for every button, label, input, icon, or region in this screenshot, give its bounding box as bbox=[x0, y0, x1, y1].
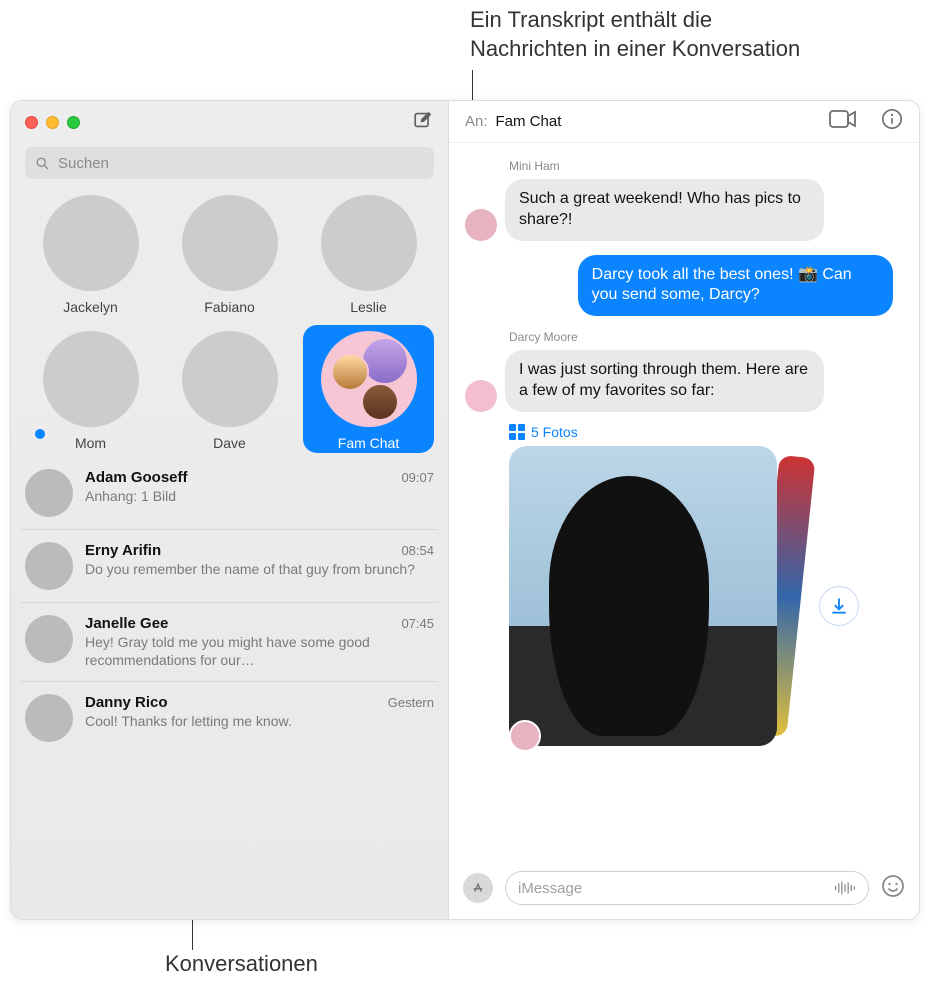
pinned-conversations: Jackelyn Fabiano Leslie Mom Dave bbox=[11, 189, 448, 457]
photo-stack[interactable] bbox=[509, 446, 789, 746]
titlebar bbox=[11, 101, 448, 143]
pin-dave[interactable]: Dave bbox=[164, 325, 295, 453]
sender-label: Mini Ham bbox=[509, 159, 903, 173]
conversation-preview: Do you remember the name of that guy fro… bbox=[85, 561, 434, 579]
list-item[interactable]: Danny Rico Gestern Cool! Thanks for lett… bbox=[21, 682, 438, 754]
conversation-list: Adam Gooseff 09:07 Anhang: 1 Bild Erny A… bbox=[11, 457, 448, 919]
to-label: An: bbox=[465, 113, 488, 130]
photo-front bbox=[509, 446, 777, 746]
pin-leslie[interactable]: Leslie bbox=[303, 189, 434, 317]
callout-transcript: Ein Transkript enthält die Nachrichten i… bbox=[470, 6, 910, 63]
sender-avatar bbox=[509, 720, 541, 752]
conversation-name: Janelle Gee bbox=[85, 615, 168, 632]
window-minimize-button[interactable] bbox=[46, 116, 59, 129]
window-close-button[interactable] bbox=[25, 116, 38, 129]
to-value: Fam Chat bbox=[496, 113, 562, 130]
conversation-time: 08:54 bbox=[401, 543, 434, 558]
info-icon bbox=[881, 108, 903, 130]
photos-attachment[interactable]: 5 Fotos bbox=[509, 424, 903, 746]
avatar bbox=[25, 615, 73, 663]
composer: iMessage bbox=[449, 861, 919, 919]
message-input[interactable]: iMessage bbox=[505, 871, 869, 905]
search-placeholder: Suchen bbox=[58, 155, 109, 172]
sender-avatar bbox=[465, 209, 497, 241]
avatar bbox=[25, 542, 73, 590]
conversation-preview: Cool! Thanks for letting me know. bbox=[85, 713, 434, 731]
conversation-pane: An: Fam Chat Mini Ham Such a great weeke… bbox=[449, 101, 919, 919]
compose-icon bbox=[412, 109, 434, 131]
download-icon bbox=[829, 596, 849, 616]
conversation-preview: Anhang: 1 Bild bbox=[85, 488, 434, 506]
download-button[interactable] bbox=[819, 586, 859, 626]
sender-label: Darcy Moore bbox=[509, 330, 903, 344]
pin-label: Fam Chat bbox=[303, 435, 434, 451]
conversation-time: Gestern bbox=[388, 695, 434, 710]
callout-conversations: Konversationen bbox=[165, 950, 318, 979]
incoming-message[interactable]: I was just sorting through them. Here ar… bbox=[465, 350, 824, 412]
window-zoom-button[interactable] bbox=[67, 116, 80, 129]
pin-label: Mom bbox=[25, 435, 156, 451]
list-item[interactable]: Adam Gooseff 09:07 Anhang: 1 Bild bbox=[21, 457, 438, 530]
pin-label: Jackelyn bbox=[25, 299, 156, 315]
list-item[interactable]: Janelle Gee 07:45 Hey! Gray told me you … bbox=[21, 603, 438, 682]
callout-transcript-text: Ein Transkript enthält die Nachrichten i… bbox=[470, 7, 800, 61]
avatar bbox=[25, 469, 73, 517]
avatar bbox=[43, 195, 139, 291]
conversation-name: Danny Rico bbox=[85, 694, 168, 711]
input-placeholder: iMessage bbox=[518, 880, 582, 897]
avatar bbox=[43, 331, 139, 427]
conversation-time: 09:07 bbox=[401, 470, 434, 485]
pin-fam-chat[interactable]: Fam Chat bbox=[303, 325, 434, 453]
message-text: Darcy took all the best ones! 📸 Can you … bbox=[592, 266, 852, 304]
apps-button[interactable] bbox=[463, 873, 493, 903]
message-text: Such a great weekend! Who has pics to sh… bbox=[505, 179, 824, 241]
conversation-preview: Hey! Gray told me you might have some go… bbox=[85, 634, 434, 669]
details-button[interactable] bbox=[881, 108, 903, 135]
photos-grid-icon bbox=[509, 424, 525, 440]
compose-button[interactable] bbox=[412, 109, 434, 136]
video-icon bbox=[829, 109, 857, 129]
appstore-icon bbox=[469, 879, 487, 897]
incoming-message[interactable]: Such a great weekend! Who has pics to sh… bbox=[465, 179, 824, 241]
pin-label: Fabiano bbox=[164, 299, 295, 315]
conversation-time: 07:45 bbox=[401, 616, 434, 631]
audio-waveform-icon bbox=[834, 879, 856, 897]
sidebar: Suchen Jackelyn Fabiano Leslie Mom bbox=[11, 101, 449, 919]
photos-count-label: 5 Fotos bbox=[531, 424, 578, 440]
avatar bbox=[321, 195, 417, 291]
photos-header: 5 Fotos bbox=[509, 424, 903, 440]
list-item[interactable]: Erny Arifin 08:54 Do you remember the na… bbox=[21, 530, 438, 603]
emoji-button[interactable] bbox=[881, 874, 905, 903]
transcript: Mini Ham Such a great weekend! Who has p… bbox=[449, 143, 919, 861]
pin-label: Dave bbox=[164, 435, 295, 451]
traffic-lights bbox=[25, 116, 80, 129]
conversation-name: Erny Arifin bbox=[85, 542, 161, 559]
pin-fabiano[interactable]: Fabiano bbox=[164, 189, 295, 317]
callout-conversations-text: Konversationen bbox=[165, 951, 318, 976]
conversation-header: An: Fam Chat bbox=[449, 101, 919, 143]
group-avatar bbox=[321, 331, 417, 427]
search-input[interactable]: Suchen bbox=[25, 147, 434, 179]
pin-mom[interactable]: Mom bbox=[25, 325, 156, 453]
avatar bbox=[25, 694, 73, 742]
search-icon bbox=[35, 156, 50, 171]
sender-avatar bbox=[465, 380, 497, 412]
outgoing-message[interactable]: Darcy took all the best ones! 📸 Can you … bbox=[578, 255, 893, 317]
facetime-button[interactable] bbox=[829, 109, 857, 134]
pin-label: Leslie bbox=[303, 299, 434, 315]
messages-window: Suchen Jackelyn Fabiano Leslie Mom bbox=[10, 100, 920, 920]
callout-line bbox=[192, 920, 193, 950]
pin-jackelyn[interactable]: Jackelyn bbox=[25, 189, 156, 317]
unread-indicator bbox=[35, 429, 45, 439]
avatar bbox=[182, 195, 278, 291]
message-text: I was just sorting through them. Here ar… bbox=[505, 350, 824, 412]
conversation-name: Adam Gooseff bbox=[85, 469, 188, 486]
smiley-icon bbox=[881, 874, 905, 898]
avatar bbox=[182, 331, 278, 427]
